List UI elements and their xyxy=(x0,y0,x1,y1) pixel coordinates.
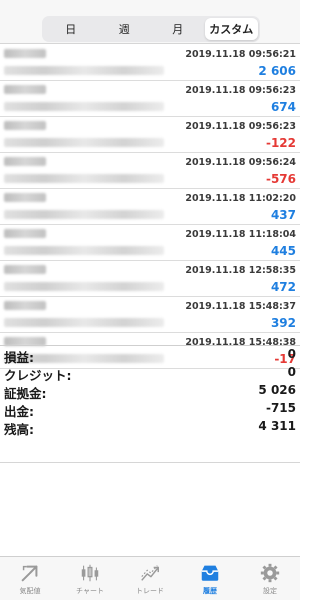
top-bar: 日 週 月 カスタム xyxy=(0,0,300,44)
tab-label: トレード xyxy=(136,587,164,595)
chart-icon xyxy=(81,564,99,582)
deal-profit: 674 xyxy=(270,100,296,114)
history-list: 2019.11.18 09:56:21 2 606 2019.11.18 09:… xyxy=(0,45,300,369)
deal-time: 2019.11.18 11:02:20 xyxy=(185,193,296,204)
deal-time: 2019.11.18 09:56:21 xyxy=(185,49,296,60)
tab-quotes[interactable]: 気配値 xyxy=(0,557,60,600)
settings-icon xyxy=(260,563,280,583)
deal-profit: 392 xyxy=(270,316,296,330)
tab-history[interactable]: 履歴 xyxy=(180,557,240,600)
summary-credit: クレジット: 0 xyxy=(0,364,300,383)
tab-custom[interactable]: カスタム xyxy=(204,18,258,40)
tab-day[interactable]: 日 xyxy=(44,18,98,40)
trade-icon xyxy=(141,565,159,581)
redacted-details xyxy=(4,66,164,75)
redacted-symbol xyxy=(4,193,46,202)
deal-profit: -576 xyxy=(265,172,296,186)
summary-value: 0 xyxy=(287,347,296,361)
redacted-details xyxy=(4,210,164,219)
tab-trade[interactable]: トレード xyxy=(120,557,180,600)
deal-time: 2019.11.18 12:58:35 xyxy=(185,265,296,276)
tab-chart[interactable]: チャート xyxy=(60,557,120,600)
summary-balance: 残高: 4 311 xyxy=(0,418,300,437)
redacted-details xyxy=(4,138,164,147)
redacted-details xyxy=(4,102,164,111)
deal-profit: 2 606 xyxy=(258,64,296,78)
redacted-symbol xyxy=(4,157,46,166)
redacted-details xyxy=(4,246,164,255)
tab-month[interactable]: 月 xyxy=(151,18,205,40)
redacted-symbol xyxy=(4,121,46,130)
summary-deposit: 証拠金: 5 026 xyxy=(0,382,300,401)
redacted-symbol xyxy=(4,265,46,274)
deal-profit: 445 xyxy=(270,244,296,258)
tab-label: 履歴 xyxy=(203,587,217,595)
history-row[interactable]: 2019.11.18 09:56:21 2 606 xyxy=(0,45,300,81)
redacted-symbol xyxy=(4,301,46,310)
tab-week[interactable]: 週 xyxy=(98,18,152,40)
deal-profit: -122 xyxy=(265,136,296,150)
redacted-details xyxy=(4,282,164,291)
deal-time: 2019.11.18 11:18:04 xyxy=(185,229,296,240)
bottom-tab-bar: 気配値 チャート トレード 履歴 設定 xyxy=(0,556,300,600)
history-row[interactable]: 2019.11.18 09:56:23 -122 xyxy=(0,117,300,153)
redacted-details xyxy=(4,318,164,327)
deal-profit: 437 xyxy=(270,208,296,222)
summary-divider xyxy=(0,462,300,463)
deal-time: 2019.11.18 09:56:24 xyxy=(185,157,296,168)
history-icon xyxy=(201,565,219,581)
redacted-symbol xyxy=(4,229,46,238)
tab-settings[interactable]: 設定 xyxy=(240,557,300,600)
summary-label: 残高: xyxy=(4,422,34,437)
redacted-symbol xyxy=(4,85,46,94)
history-row[interactable]: 2019.11.18 09:56:23 674 xyxy=(0,81,300,117)
deal-time: 2019.11.18 09:56:23 xyxy=(185,121,296,132)
history-row[interactable]: 2019.11.18 11:18:04 445 xyxy=(0,225,300,261)
deal-time: 2019.11.18 09:56:23 xyxy=(185,85,296,96)
deal-profit: 472 xyxy=(270,280,296,294)
summary-value: -715 xyxy=(265,401,296,415)
summary-profit: 損益: 0 xyxy=(0,346,300,365)
redacted-symbol xyxy=(4,49,46,58)
deal-time: 2019.11.18 15:48:37 xyxy=(185,301,296,312)
history-row[interactable]: 2019.11.18 15:48:37 392 xyxy=(0,297,300,333)
tab-label: チャート xyxy=(76,587,104,595)
tab-label: 設定 xyxy=(263,587,277,595)
quotes-icon xyxy=(21,565,38,582)
period-selector: 日 週 月 カスタム xyxy=(42,16,260,42)
summary-withdrawal: 出金: -715 xyxy=(0,400,300,419)
tab-label: 気配値 xyxy=(19,587,41,595)
summary-value: 4 311 xyxy=(258,419,296,433)
history-row[interactable]: 2019.11.18 09:56:24 -576 xyxy=(0,153,300,189)
account-summary: 損益: 0 クレジット: 0 証拠金: 5 026 出金: -715 残高: 4… xyxy=(0,345,300,437)
history-row[interactable]: 2019.11.18 11:02:20 437 xyxy=(0,189,300,225)
summary-value: 0 xyxy=(287,365,296,379)
redacted-details xyxy=(4,174,164,183)
history-row[interactable]: 2019.11.18 12:58:35 472 xyxy=(0,261,300,297)
summary-value: 5 026 xyxy=(258,383,296,397)
